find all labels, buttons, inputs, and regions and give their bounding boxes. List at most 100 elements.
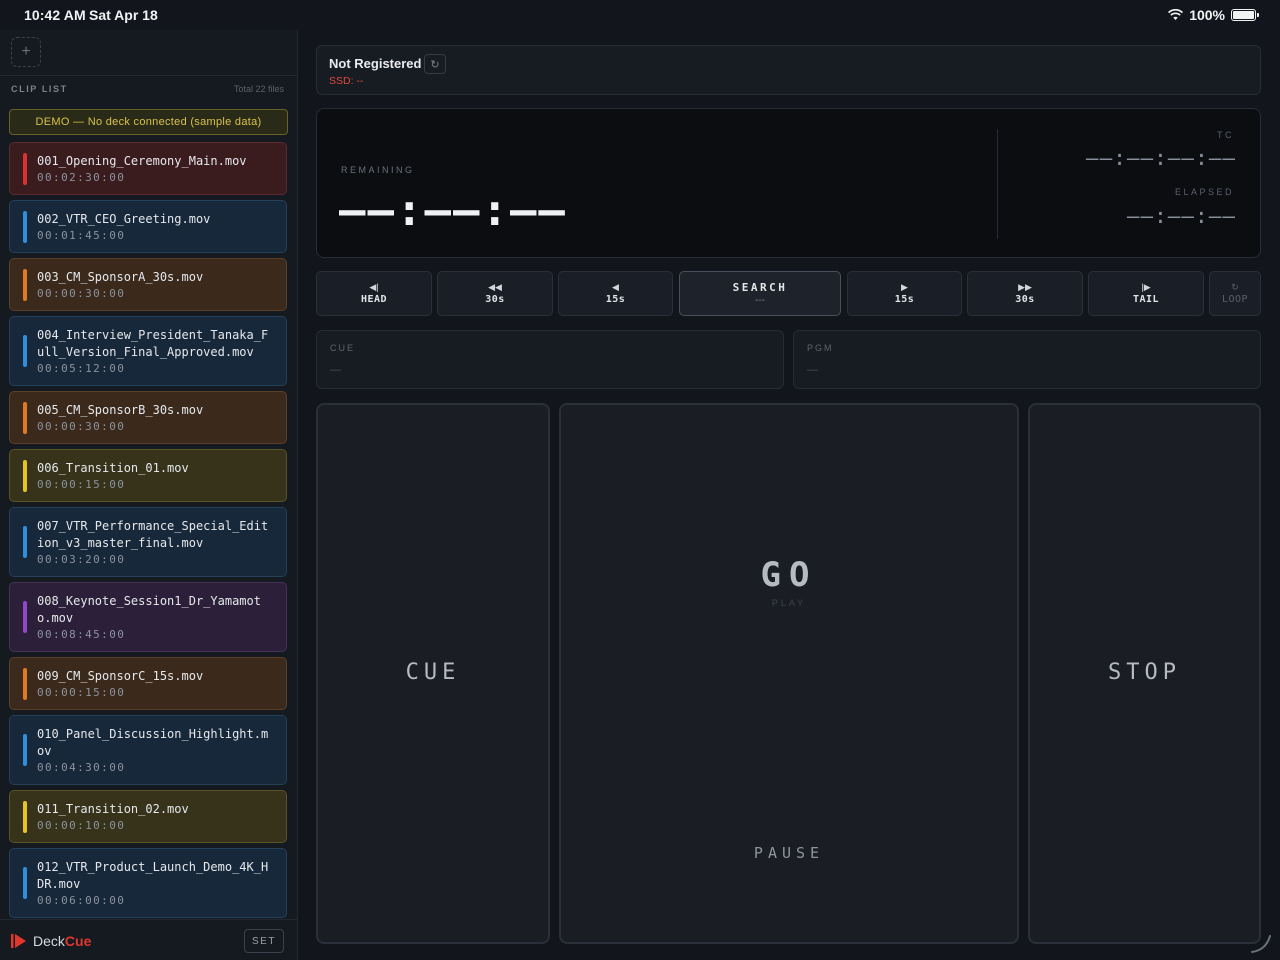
- rewind-15s-button[interactable]: ◀ 15s: [558, 271, 673, 316]
- clip-duration: 00:05:12:00: [37, 362, 126, 375]
- loop-label: LOOP: [1221, 294, 1249, 305]
- clip-item[interactable]: 008_Keynote_Session1_Dr_Yamamoto.mov 00:…: [9, 582, 287, 652]
- clip-color-bar: [23, 601, 27, 633]
- demo-banner: DEMO — No deck connected (sample data): [9, 109, 288, 135]
- clip-name: 002_VTR_CEO_Greeting.mov: [37, 212, 211, 226]
- skip-head-icon: ◀|: [369, 282, 379, 292]
- clip-duration: 00:00:15:00: [37, 478, 126, 491]
- clip-item[interactable]: 010_Panel_Discussion_Highlight.mov 00:04…: [9, 715, 287, 785]
- clip-color-bar: [23, 401, 27, 434]
- stop-button-label: STOP: [1108, 660, 1181, 685]
- clip-item[interactable]: 009_CM_SponsorC_15s.mov 00:00:15:00: [9, 657, 287, 710]
- clip-name: 001_Opening_Ceremony_Main.mov: [37, 154, 247, 168]
- clip-item[interactable]: 012_VTR_Product_Launch_Demo_4K_HDR.mov 0…: [9, 848, 287, 918]
- fast-forward-icon: ▶▶: [1018, 282, 1032, 292]
- cue-button[interactable]: CUE: [316, 403, 550, 944]
- timecode-divider: [997, 129, 998, 239]
- head-button[interactable]: ◀| HEAD: [316, 271, 432, 316]
- play-sublabel: PLAY: [771, 598, 807, 608]
- clip-color-bar: [23, 459, 27, 492]
- clip-list[interactable]: 001_Opening_Ceremony_Main.mov 00:02:30:0…: [9, 142, 288, 919]
- settings-button[interactable]: SET: [244, 929, 284, 953]
- add-clip-button[interactable]: +: [11, 37, 41, 67]
- clip-item[interactable]: 005_CM_SponsorB_30s.mov 00:00:30:00: [9, 391, 287, 444]
- remaining-timecode: ——:——:——: [339, 185, 567, 236]
- clip-name: 004_Interview_President_Tanaka_Full_Vers…: [37, 328, 269, 359]
- clip-color-bar: [23, 335, 27, 367]
- clip-name: 012_VTR_Product_Launch_Demo_4K_HDR.mov: [37, 860, 269, 891]
- forward-30s-label: 30s: [1015, 294, 1035, 305]
- loop-button[interactable]: ↻ LOOP: [1209, 271, 1261, 316]
- wifi-icon: [1168, 9, 1184, 20]
- status-date: Sat Apr 18: [89, 7, 158, 23]
- resize-handle-icon[interactable]: [1250, 932, 1272, 954]
- pgm-slot: PGM —: [793, 330, 1261, 389]
- play-logo-icon: [11, 934, 26, 948]
- step-back-icon: ◀: [612, 282, 619, 292]
- refresh-button[interactable]: ↻: [424, 54, 446, 74]
- device-status-panel: Not Registered ↻ SSD: --: [316, 45, 1261, 95]
- clip-item[interactable]: 007_VTR_Performance_Special_Edition_v3_m…: [9, 507, 287, 577]
- tc-timecode: ——:——:——:——: [1085, 146, 1236, 170]
- status-right: 100%: [1168, 7, 1259, 23]
- clip-item[interactable]: 011_Transition_02.mov 00:00:10:00: [9, 790, 287, 843]
- clip-duration: 00:03:20:00: [37, 553, 126, 566]
- pause-button[interactable]: PAUSE: [561, 844, 1017, 862]
- clip-item[interactable]: 003_CM_SponsorA_30s.mov 00:00:30:00: [9, 258, 287, 311]
- ssd-status: SSD: --: [329, 75, 364, 87]
- clip-item[interactable]: 002_VTR_CEO_Greeting.mov 00:01:45:00: [9, 200, 287, 253]
- pgm-slot-label: PGM: [807, 343, 834, 353]
- clip-color-bar: [23, 152, 27, 185]
- step-forward-icon: ▶: [901, 282, 908, 292]
- clip-item[interactable]: 001_Opening_Ceremony_Main.mov 00:02:30:0…: [9, 142, 287, 195]
- clip-name: 003_CM_SponsorA_30s.mov: [37, 270, 204, 284]
- forward-15s-button[interactable]: ▶ 15s: [847, 271, 962, 316]
- cue-slot: CUE —: [316, 330, 784, 389]
- app-logo: DeckCue: [11, 933, 91, 949]
- search-label: SEARCH: [732, 281, 788, 294]
- timecode-display: REMAINING ——:——:—— TC ——:——:——:—— ELAPSE…: [316, 108, 1261, 258]
- clip-item[interactable]: 004_Interview_President_Tanaka_Full_Vers…: [9, 316, 287, 386]
- stop-button[interactable]: STOP: [1028, 403, 1261, 944]
- status-time: 10:42 AM: [24, 7, 86, 23]
- plus-icon: +: [21, 43, 31, 60]
- device-name: Not Registered: [329, 56, 422, 71]
- rewind-30s-button[interactable]: ◀◀ 30s: [437, 271, 553, 316]
- clip-name: 007_VTR_Performance_Special_Edition_v3_m…: [37, 519, 269, 550]
- cue-slot-label: CUE: [330, 343, 356, 353]
- clip-duration: 00:04:30:00: [37, 761, 126, 774]
- clip-name: 009_CM_SponsorC_15s.mov: [37, 669, 204, 683]
- logo-deck-text: Deck: [33, 933, 65, 949]
- clip-total-count: Total 22 files: [233, 84, 284, 94]
- sidebar: + CLIP LIST Total 22 files DEMO — No dec…: [0, 30, 298, 960]
- clip-color-bar: [23, 268, 27, 301]
- clip-duration: 00:00:15:00: [37, 686, 126, 699]
- transport-bar: ◀| HEAD ◀◀ 30s ◀ 15s SEARCH --- ▶ 15s ▶▶…: [316, 271, 1261, 316]
- clip-duration: 00:06:00:00: [37, 894, 126, 907]
- head-label: HEAD: [360, 294, 388, 305]
- clip-list-title: CLIP LIST: [11, 84, 68, 94]
- sidebar-footer: DeckCue SET: [0, 919, 297, 960]
- search-button[interactable]: SEARCH ---: [679, 271, 841, 316]
- pgm-slot-value: —: [807, 364, 818, 376]
- battery-icon: [1231, 9, 1259, 21]
- tail-label: TAIL: [1132, 294, 1160, 305]
- clip-name: 005_CM_SponsorB_30s.mov: [37, 403, 204, 417]
- rewind-icon: ◀◀: [488, 282, 502, 292]
- clip-duration: 00:00:30:00: [37, 420, 126, 433]
- clip-name: 006_Transition_01.mov: [37, 461, 189, 475]
- clip-item[interactable]: 006_Transition_01.mov 00:00:15:00: [9, 449, 287, 502]
- logo-cue-text: Cue: [64, 933, 92, 949]
- status-bar: 10:42 AM Sat Apr 18 100%: [0, 0, 1280, 30]
- clip-color-bar: [23, 667, 27, 700]
- forward-30s-button[interactable]: ▶▶ 30s: [967, 271, 1083, 316]
- search-value: ---: [755, 295, 765, 306]
- clip-name: 008_Keynote_Session1_Dr_Yamamoto.mov: [37, 594, 261, 625]
- clip-name: 010_Panel_Discussion_Highlight.mov: [37, 727, 269, 758]
- clip-color-bar: [23, 800, 27, 833]
- elapsed-timecode: ——:——:——: [1126, 204, 1236, 228]
- cue-slot-value: —: [330, 364, 341, 376]
- go-button[interactable]: GO PLAY PAUSE: [559, 403, 1019, 944]
- tail-button[interactable]: |▶ TAIL: [1088, 271, 1204, 316]
- clip-color-bar: [23, 867, 27, 899]
